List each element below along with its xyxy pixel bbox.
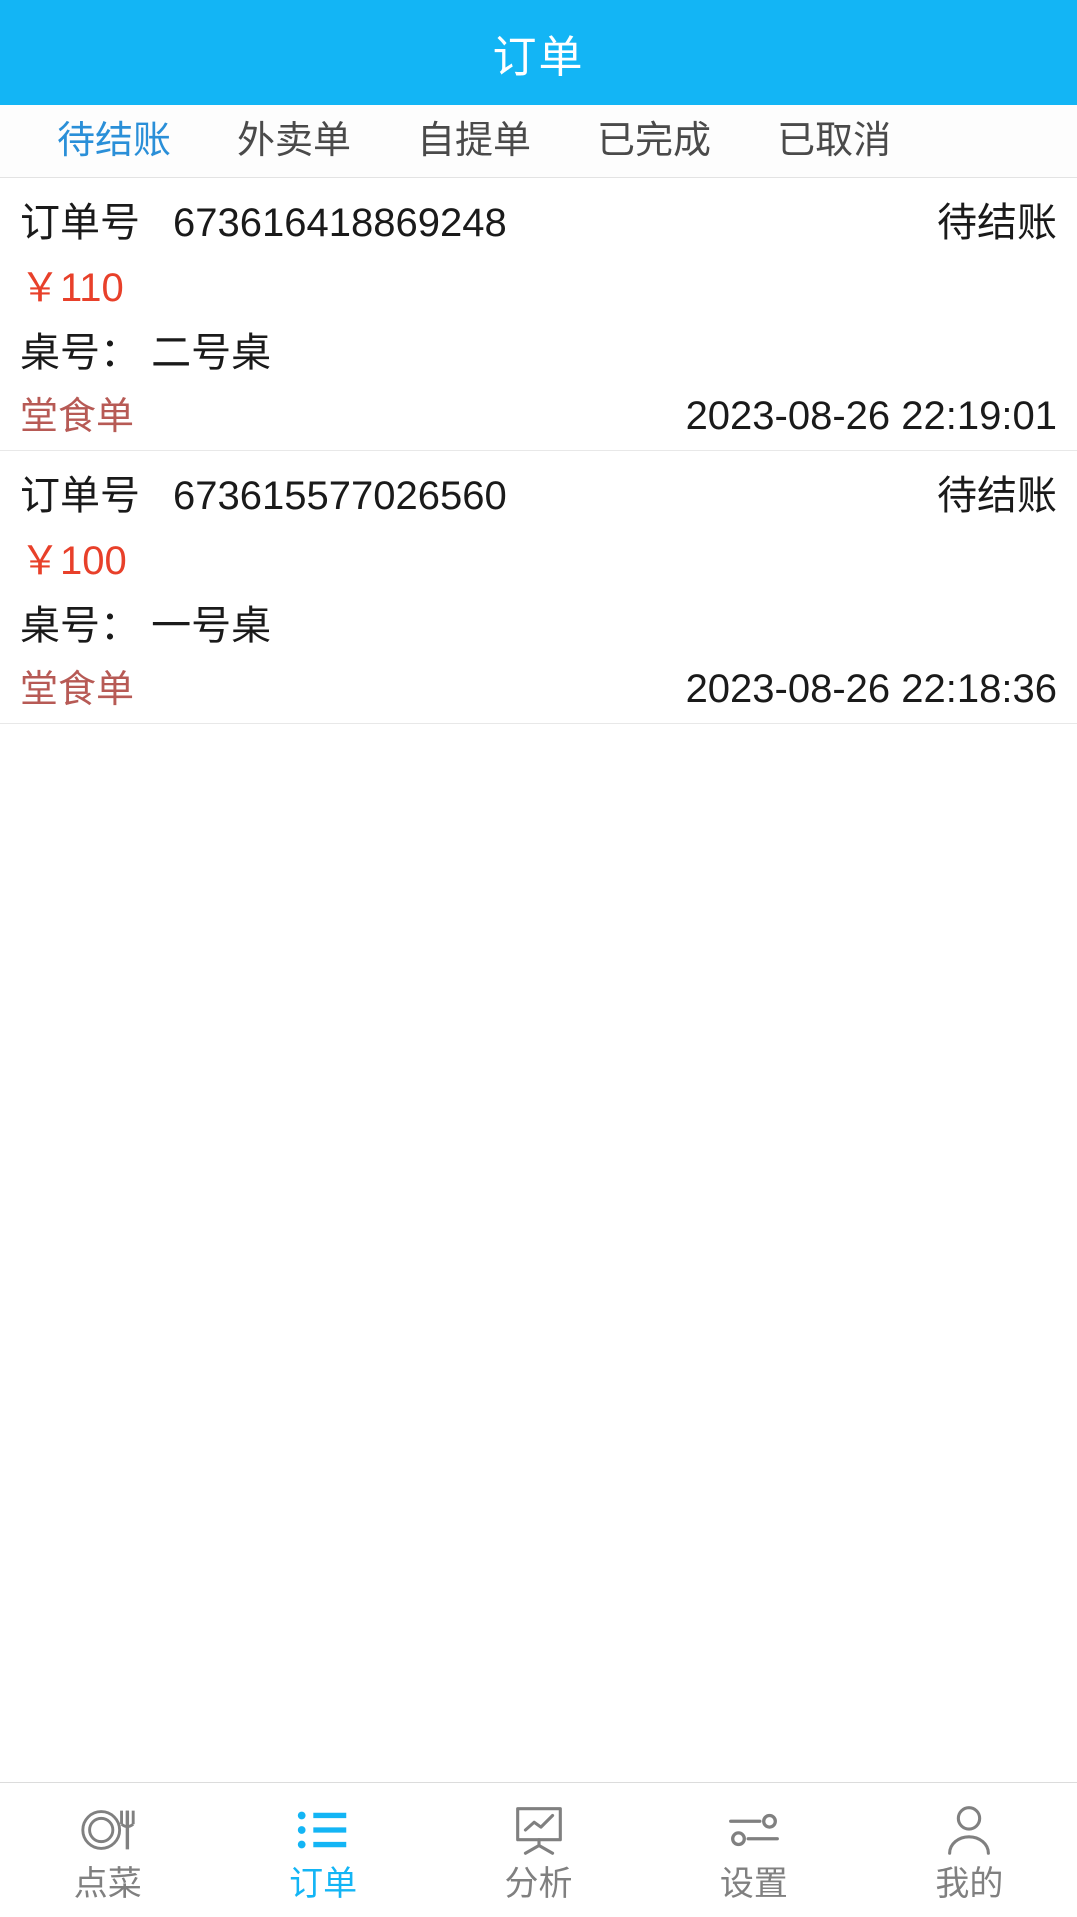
nav-label: 订单 [289, 1865, 358, 1903]
order-type: 堂食单 [20, 669, 135, 711]
app-header: 订单 [0, 0, 1077, 105]
nav-label: 我的 [935, 1865, 1004, 1903]
tab-takeout[interactable]: 外卖单 [204, 105, 384, 177]
person-icon [938, 1799, 1000, 1861]
order-no-group: 订单号 673615577026560 [20, 463, 507, 521]
plate-fork-icon [77, 1799, 139, 1861]
bottom-navigation: 点菜 订单 分析 设置 我的 [0, 1782, 1077, 1917]
order-header-row: 订单号 673615577026560 待结账 [20, 463, 1057, 521]
order-table: 桌号： 二号桌 [20, 331, 272, 375]
nav-item-orders[interactable]: 订单 [215, 1783, 430, 1917]
order-time: 2023-08-26 22:19:01 [685, 394, 1057, 438]
list-icon [292, 1799, 354, 1861]
nav-label: 点菜 [73, 1865, 142, 1903]
tab-cancelled[interactable]: 已取消 [744, 105, 924, 177]
order-footer-row: 堂食单 2023-08-26 22:18:36 [20, 658, 1057, 713]
chart-board-icon [508, 1799, 570, 1861]
nav-item-profile[interactable]: 我的 [862, 1783, 1077, 1917]
order-no-group: 订单号 673616418869248 [20, 190, 507, 248]
page-title: 订单 [492, 32, 585, 82]
order-no-value: 673616418869248 [173, 201, 507, 245]
order-footer-row: 堂食单 2023-08-26 22:19:01 [20, 385, 1057, 440]
order-type: 堂食单 [20, 396, 135, 438]
sliders-icon [723, 1799, 785, 1861]
nav-label: 分析 [504, 1865, 573, 1903]
order-table: 桌号： 一号桌 [20, 604, 272, 648]
order-header-row: 订单号 673616418869248 待结账 [20, 190, 1057, 248]
order-no-value: 673615577026560 [173, 474, 507, 518]
tab-pickup[interactable]: 自提单 [384, 105, 564, 177]
order-no-label: 订单号 [20, 201, 140, 245]
order-status-tabs[interactable]: 待结账 外卖单 自提单 已完成 已取消 [0, 105, 1077, 178]
order-no-label: 订单号 [20, 474, 140, 518]
order-price: ￥100 [20, 539, 127, 583]
status-badge: 待结账 [937, 474, 1057, 518]
order-time: 2023-08-26 22:18:36 [685, 667, 1057, 711]
tab-pending-payment[interactable]: 待结账 [24, 105, 204, 177]
nav-item-order-food[interactable]: 点菜 [0, 1783, 215, 1917]
tab-completed[interactable]: 已完成 [564, 105, 744, 177]
nav-item-settings[interactable]: 设置 [646, 1783, 861, 1917]
app-screen: 订单 待结账 外卖单 自提单 已完成 已取消 订单号 6736164188692… [0, 0, 1077, 1917]
status-badge: 待结账 [937, 201, 1057, 245]
order-price: ￥110 [20, 266, 124, 310]
order-card[interactable]: 订单号 673616418869248 待结账 ￥110 桌号： 二号桌 堂食单… [0, 178, 1077, 451]
order-card[interactable]: 订单号 673615577026560 待结账 ￥100 桌号： 一号桌 堂食单… [0, 451, 1077, 724]
nav-label: 设置 [719, 1865, 788, 1903]
order-list: 订单号 673616418869248 待结账 ￥110 桌号： 二号桌 堂食单… [0, 178, 1077, 1782]
nav-item-analysis[interactable]: 分析 [431, 1783, 646, 1917]
